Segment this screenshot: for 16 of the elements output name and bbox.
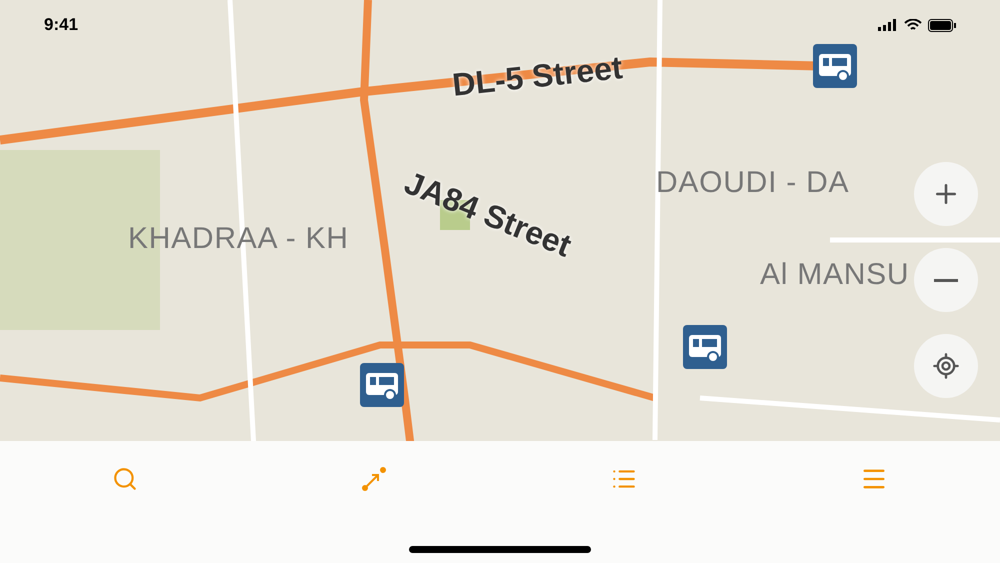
wifi-icon [904,18,922,32]
street-label: DL-5 Street [450,48,625,105]
district-label: Al MANSU [760,257,910,293]
street-label: JA84 Street [398,163,578,266]
search-icon [112,466,138,492]
bus-stop-icon[interactable] [683,325,727,369]
status-time: 9:41 [44,14,78,36]
signal-icon [878,19,898,31]
route-arrow-icon [361,466,388,492]
minus-icon [934,278,958,282]
district-label: KHADRAA - KH [128,221,349,257]
bus-stop-icon[interactable] [360,363,404,407]
bus-stop-icon[interactable] [813,44,857,88]
district-label: DAOUDI - DA [656,165,850,201]
battery-icon [928,18,956,32]
locate-icon [932,352,960,380]
